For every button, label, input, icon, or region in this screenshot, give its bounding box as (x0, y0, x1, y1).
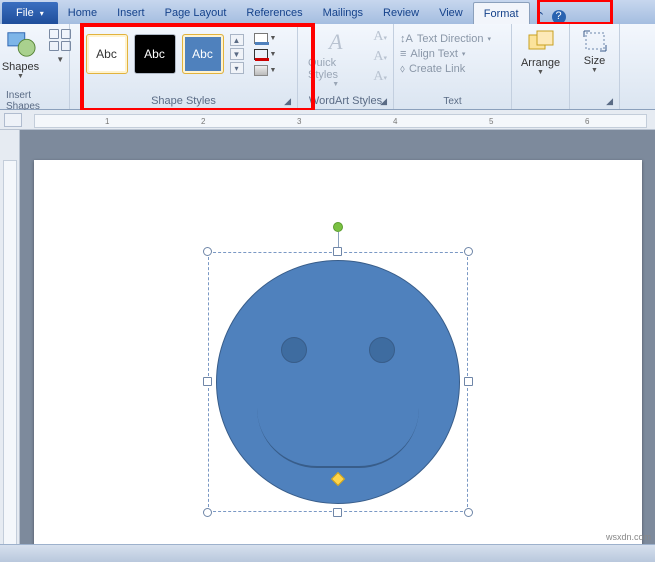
watermark-text: wsxdn.com (606, 532, 651, 542)
gallery-up-button[interactable]: ▲ (230, 34, 244, 46)
smiley-mouth (257, 408, 419, 468)
ruler-v-track[interactable] (3, 160, 17, 554)
wordart-launcher[interactable]: ◢ (380, 96, 387, 107)
text-outline-icon[interactable]: A▾ (373, 49, 387, 65)
page-canvas[interactable] (20, 130, 655, 562)
bucket-icon (254, 33, 268, 44)
minimize-ribbon-icon[interactable]: ⌃ (534, 10, 548, 24)
resize-handle-br[interactable] (464, 508, 473, 517)
text-fill-icon[interactable]: A▾ (373, 29, 387, 45)
resize-handle-t[interactable] (333, 247, 342, 256)
tab-insert[interactable]: Insert (107, 2, 155, 24)
effects-icon (254, 65, 268, 76)
resize-handle-tr[interactable] (464, 247, 473, 256)
group-size: Size▼ ◢ (570, 24, 620, 109)
tab-view[interactable]: View (429, 2, 473, 24)
shape-fill-button[interactable]: ▼ (254, 31, 282, 45)
shape-outline-button[interactable]: ▼ (254, 47, 282, 61)
tab-references[interactable]: References (236, 2, 312, 24)
align-text-icon: ≡ (400, 48, 406, 60)
create-link-button[interactable]: ⬨Create Link (400, 63, 505, 76)
style-gallery-scroll: ▲ ▼ ▾ (230, 34, 244, 74)
ruler-h-track[interactable]: 1 2 3 4 5 6 (34, 114, 647, 128)
shape-styles-launcher[interactable]: ◢ (284, 96, 291, 107)
tab-format[interactable]: Format (473, 2, 530, 24)
text-direction-icon: ↕A (400, 33, 413, 45)
group-shape-styles: Abc Abc Abc ▲ ▼ ▾ ▼ ▼ ▼ Shape Styles◢ (70, 24, 298, 109)
arrange-button[interactable]: Arrange▼ (517, 27, 564, 81)
smiley-shape[interactable] (216, 260, 460, 504)
resize-handle-b[interactable] (333, 508, 342, 517)
text-effects-icon[interactable]: A▾ (373, 69, 387, 85)
shapes-mini-gallery[interactable] (49, 29, 71, 51)
wordart-A-icon: A (329, 29, 342, 55)
page[interactable] (34, 160, 642, 562)
group-text: ↕AText Direction▾ ≡Align Text▾ ⬨Create L… (394, 24, 512, 109)
group-label-insert-shapes: Insert Shapes (6, 94, 63, 108)
tab-page-layout[interactable]: Page Layout (155, 2, 237, 24)
ruler-toggle-button[interactable] (4, 113, 22, 127)
group-label-shape-styles: Shape Styles◢ (76, 94, 291, 108)
gallery-down-button[interactable]: ▼ (230, 48, 244, 60)
link-icon: ⬨ (400, 63, 405, 76)
smiley-eye-right (369, 337, 395, 363)
rotation-stem (338, 232, 339, 248)
horizontal-ruler: 1 2 3 4 5 6 (0, 110, 655, 130)
group-label-size: ◢ (576, 94, 613, 108)
shape-selection[interactable] (208, 252, 468, 512)
arrange-icon (527, 29, 555, 55)
vertical-ruler (0, 130, 20, 562)
resize-handle-tl[interactable] (203, 247, 212, 256)
group-label-text: Text (400, 94, 505, 108)
shapes-icon (6, 29, 36, 59)
tab-file[interactable]: File▾ (2, 2, 58, 24)
group-wordart-styles: A Quick Styles ▼ A▾ A▾ A▾ WordArt Styles… (298, 24, 394, 109)
size-icon (582, 29, 608, 53)
help-icon[interactable]: ? (552, 10, 566, 24)
group-arrange: Arrange▼ (512, 24, 570, 109)
shape-effects-button[interactable]: ▼ (254, 63, 282, 77)
shape-fill-outline-tools: ▼ ▼ ▼ (254, 31, 282, 77)
gallery-more-button[interactable]: ▾ (230, 62, 244, 74)
rotation-handle[interactable] (333, 222, 343, 232)
tab-mailings[interactable]: Mailings (313, 2, 373, 24)
quick-styles-button[interactable]: A Quick Styles ▼ (304, 27, 367, 90)
status-bar (0, 544, 655, 562)
ribbon: Shapes ▼ ▼ Insert Shapes Abc Abc Abc ▲ ▼… (0, 24, 655, 110)
shapes-gallery-button[interactable]: Shapes ▼ (0, 27, 43, 82)
tab-home[interactable]: Home (58, 2, 107, 24)
group-label-wordart: WordArt Styles◢ (304, 94, 387, 108)
tab-review[interactable]: Review (373, 2, 429, 24)
annotation-format-highlight (537, 0, 613, 25)
shape-style-2[interactable]: Abc (134, 34, 176, 74)
align-text-button[interactable]: ≡Align Text▾ (400, 48, 505, 60)
ribbon-tabbar: File▾ Home Insert Page Layout References… (0, 0, 655, 24)
resize-handle-bl[interactable] (203, 508, 212, 517)
smiley-eye-left (281, 337, 307, 363)
size-button[interactable]: Size▼ (578, 27, 612, 81)
resize-handle-l[interactable] (203, 377, 212, 386)
shape-style-3[interactable]: Abc (182, 34, 224, 74)
size-launcher[interactable]: ◢ (606, 96, 613, 107)
group-insert-shapes: Shapes ▼ ▼ Insert Shapes (0, 24, 70, 109)
text-direction-button[interactable]: ↕AText Direction▾ (400, 33, 505, 45)
pencil-icon (254, 49, 268, 60)
resize-handle-r[interactable] (464, 377, 473, 386)
group-label-arrange (518, 94, 563, 108)
shape-style-1[interactable]: Abc (86, 34, 128, 74)
document-area (0, 130, 655, 562)
